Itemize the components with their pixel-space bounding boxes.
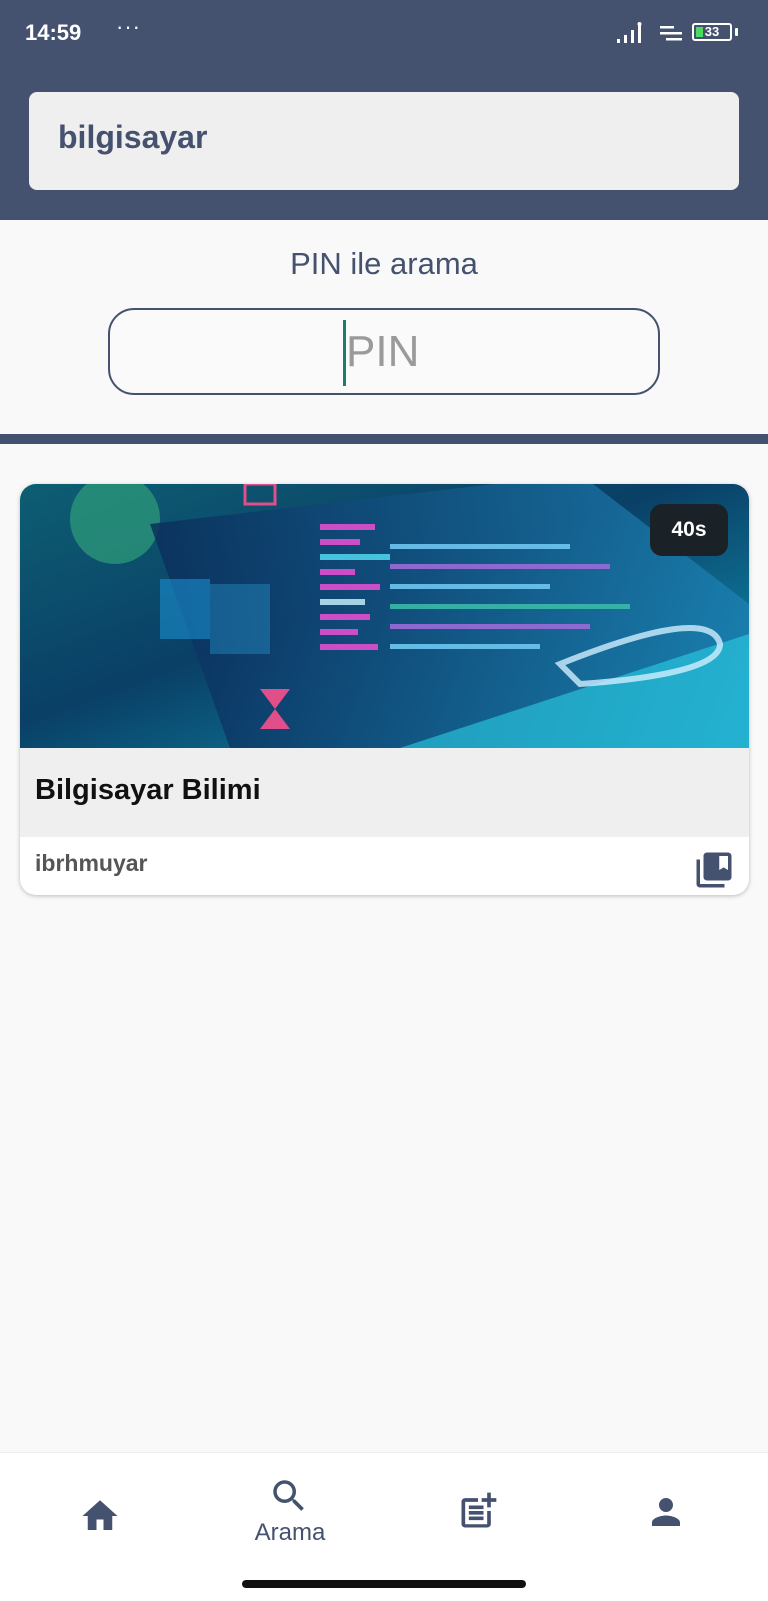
home-icon [82,1500,118,1530]
quiz-cover-image [20,484,749,748]
bottom-navigation: Arama [0,1452,768,1601]
post-add-icon [461,1492,497,1528]
quiz-author: ibrhmuyar [35,850,148,876]
data-icon [660,26,682,41]
status-bar: 14:59 ··· 33 [0,0,768,70]
section-divider [0,434,768,444]
home-indicator[interactable] [242,1580,526,1588]
quiz-card[interactable]: 40s Bilgisayar Bilimi ibrhmuyar [20,484,749,895]
card-title-bar: Bilgisayar Bilimi [20,748,749,837]
nav-create[interactable] [418,1453,538,1573]
quiz-title: Bilgisayar Bilimi [35,774,261,806]
app-header: 14:59 ··· 33 bilgisayar [0,0,768,220]
search-icon [273,1480,304,1511]
pin-input[interactable]: PIN [108,308,660,395]
status-time: 14:59 [25,20,82,45]
person-icon [652,1498,680,1526]
nav-search-label: Arama [254,1519,326,1546]
nav-search[interactable]: Arama [230,1453,350,1573]
question-count-badge: 40s [650,504,728,556]
pin-placeholder: PIN [346,327,420,376]
collections-bookmark-icon[interactable] [693,849,735,891]
battery-icon: 33 [692,23,732,41]
search-input[interactable]: bilgisayar [29,92,739,190]
nav-home[interactable] [41,1453,161,1573]
pin-search-title: PIN ile arama [290,246,478,281]
signal-icon [617,22,642,43]
battery-level: 33 [704,24,720,39]
nav-profile[interactable] [607,1453,727,1573]
search-query: bilgisayar [58,119,208,155]
more-notifications-icon: ··· [116,14,141,39]
